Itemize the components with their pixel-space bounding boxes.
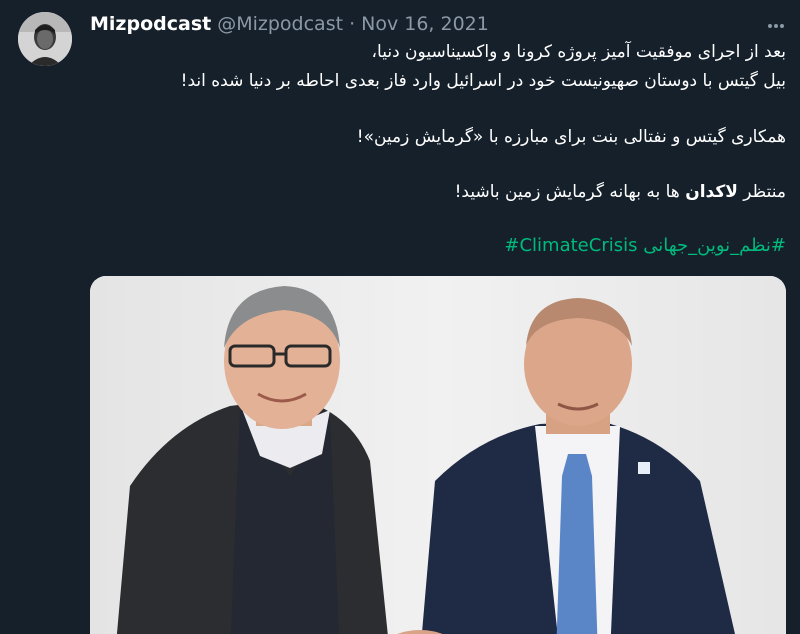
hashtags-row: #ClimateCrisis #نظم_نوین_جهانی (504, 235, 786, 256)
display-name[interactable]: Mizpodcast (90, 13, 211, 35)
tweet-card[interactable]: Mizpodcast @Mizpodcast · Nov 16, 2021 بع… (0, 0, 800, 634)
photo-image (90, 276, 786, 634)
tweet-date[interactable]: Nov 16, 2021 (361, 13, 489, 35)
tweet-text-line: بیل گیتس با دوستان صهیونیست خود در اسرائ… (180, 71, 786, 91)
profile-avatar[interactable] (18, 12, 72, 66)
hashtag-climatecrisis[interactable]: #ClimateCrisis (504, 235, 637, 256)
text-fragment: منتظر (737, 182, 786, 202)
avatar-image (18, 12, 72, 66)
more-options-icon[interactable] (766, 16, 786, 36)
tweet-text-line: منتظر لاکدان ها به بهانه گرمایش زمین باش… (90, 182, 786, 202)
tweet-photo[interactable] (90, 276, 786, 634)
bold-text: لاکدان (685, 182, 738, 202)
text-fragment: ها به بهانه گرمایش زمین باشید! (454, 182, 686, 202)
tweet-text-line: همکاری گیتس و نفتالی بنت برای مبارزه با … (356, 127, 786, 147)
user-handle[interactable]: @Mizpodcast (217, 13, 343, 35)
hashtag-new-world-order[interactable]: #نظم_نوین_جهانی (643, 235, 786, 256)
separator-dot: · (349, 13, 356, 35)
tweet-text-line: بعد از اجرای موفقیت آمیز پروژه کرونا و و… (371, 42, 786, 62)
tweet-header: Mizpodcast @Mizpodcast · Nov 16, 2021 (90, 11, 489, 37)
